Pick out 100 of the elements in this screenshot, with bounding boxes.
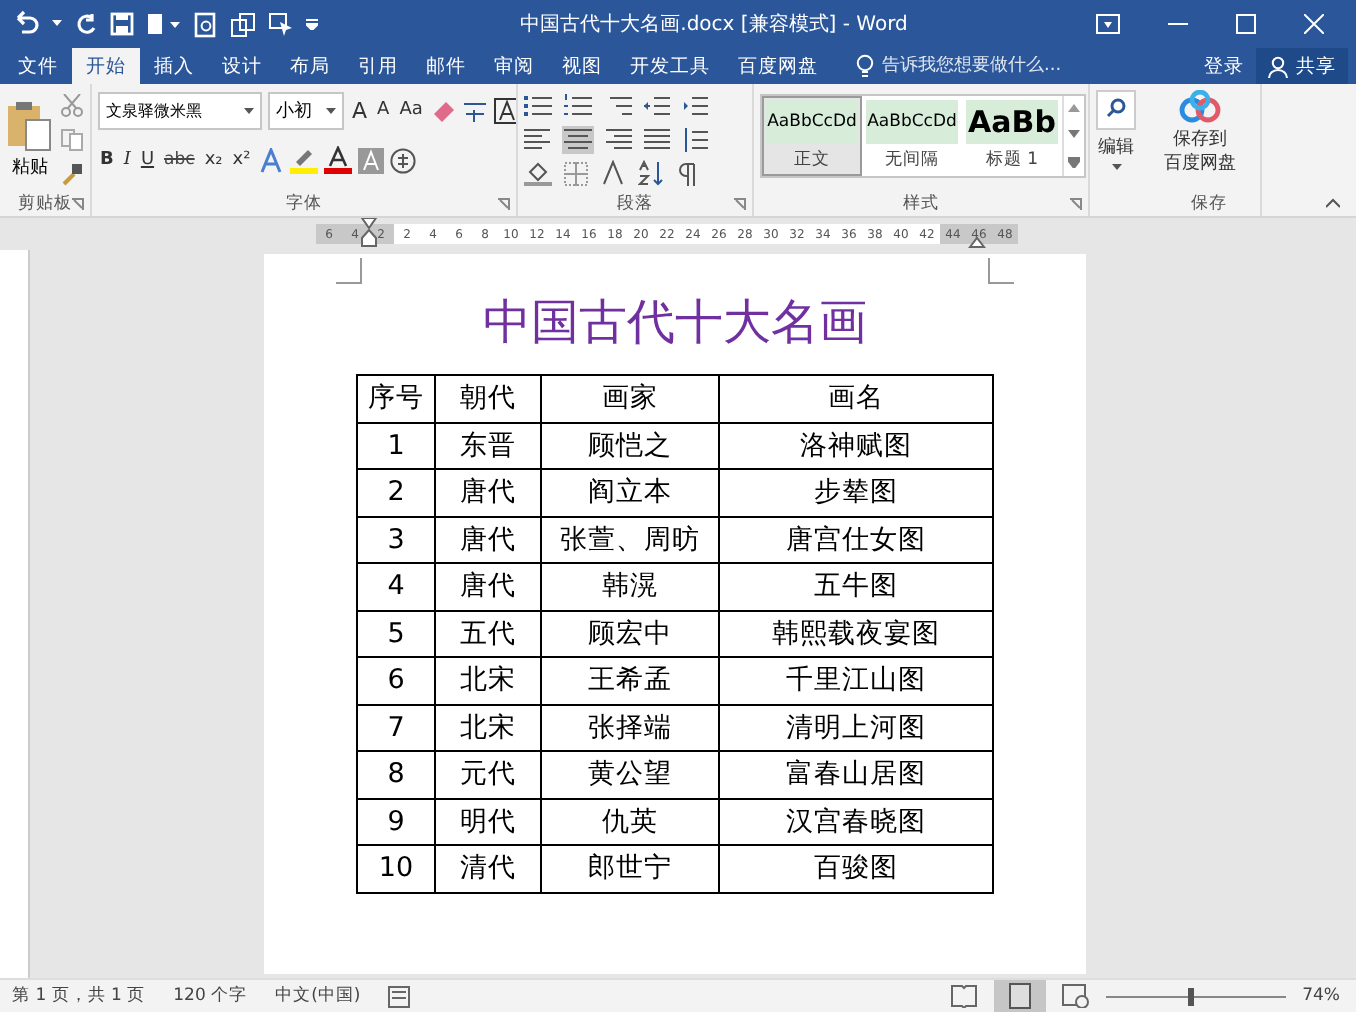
ribbon-tab[interactable]: 插入 xyxy=(140,48,208,84)
dialog-launcher-icon[interactable] xyxy=(498,197,510,209)
header-cell: 画名 xyxy=(719,375,993,422)
ribbon-tab[interactable]: 布局 xyxy=(276,48,344,84)
strikethrough-button[interactable]: abc xyxy=(162,150,197,170)
shading-bucket-icon[interactable] xyxy=(524,160,552,186)
paragraph-mark-icon[interactable] xyxy=(676,161,696,185)
table-cell: 洛神赋图 xyxy=(719,422,993,469)
font-name-dropdown[interactable]: 文泉驿微米黑 xyxy=(98,91,262,129)
dropdown-caret-icon[interactable] xyxy=(52,20,62,28)
bold-button[interactable]: B xyxy=(98,150,116,170)
document-title: 中国古代十大名画 xyxy=(483,292,867,354)
decrease-indent-icon[interactable] xyxy=(644,93,670,117)
table-cell: 仇英 xyxy=(541,798,719,845)
font-color-icon[interactable] xyxy=(324,146,353,174)
table-cell: 北宋 xyxy=(435,657,541,704)
table-cell: 王希孟 xyxy=(541,657,719,704)
scissors-icon[interactable] xyxy=(60,94,84,118)
dialog-launcher-icon[interactable] xyxy=(1070,197,1082,209)
italic-button[interactable]: I xyxy=(121,150,133,170)
save-to-cloud-button[interactable]: 保存到 百度网盘 xyxy=(1164,90,1236,176)
dialog-launcher-icon[interactable] xyxy=(734,197,746,209)
header-cell: 序号 xyxy=(357,375,435,422)
collapse-ribbon-icon[interactable] xyxy=(1326,198,1340,208)
login-link[interactable]: 登录 xyxy=(1192,48,1256,84)
maximize-icon[interactable] xyxy=(1236,14,1256,34)
macro-record-icon[interactable] xyxy=(388,984,411,1008)
justify-icon[interactable] xyxy=(644,127,670,151)
table-cell: 汉宫春晓图 xyxy=(719,798,993,845)
table-cell: 唐代 xyxy=(435,563,541,610)
numbering-icon[interactable] xyxy=(564,93,592,117)
ribbon-tab[interactable]: 百度网盘 xyxy=(724,48,832,84)
zoom-level[interactable]: 74% xyxy=(1302,986,1340,1006)
multilevel-list-icon[interactable] xyxy=(604,93,632,117)
paste-button[interactable]: 粘贴 xyxy=(6,100,54,180)
group-label: 样式 xyxy=(903,191,939,215)
language-indicator[interactable]: 中文(中国) xyxy=(275,984,361,1008)
table-cell: 9 xyxy=(357,798,435,845)
eraser-icon[interactable] xyxy=(430,98,457,122)
group-label: 保存 xyxy=(1191,191,1227,215)
customize-caret-icon[interactable] xyxy=(306,18,318,30)
ribbon-tab[interactable]: 开发工具 xyxy=(616,48,724,84)
print-layout-icon[interactable] xyxy=(994,980,1047,1012)
bordered-letter-icon[interactable] xyxy=(494,97,516,123)
ribbon-tab[interactable]: 视图 xyxy=(548,48,616,84)
shrink-font-button[interactable]: A xyxy=(375,100,392,120)
text-effects-icon[interactable] xyxy=(258,147,285,173)
table-cell: 东晋 xyxy=(435,422,541,469)
copy-pages-icon[interactable] xyxy=(230,11,256,37)
word-count[interactable]: 120 个字 xyxy=(173,984,248,1008)
undo-icon[interactable] xyxy=(12,10,40,38)
align-center-icon[interactable] xyxy=(562,125,594,153)
caret-icon xyxy=(326,107,336,113)
editing-button[interactable]: 编辑 xyxy=(1096,90,1136,170)
print-preview-icon[interactable] xyxy=(194,11,218,37)
gallery-scroll-buttons[interactable] xyxy=(1062,96,1084,176)
sort-icon[interactable] xyxy=(638,160,664,186)
underline-button[interactable]: U xyxy=(138,150,157,170)
bullets-icon[interactable] xyxy=(524,93,552,117)
table-cell: 郎世宁 xyxy=(541,845,719,892)
ribbon-display-icon[interactable] xyxy=(1096,14,1120,34)
highlighter-icon[interactable] xyxy=(290,146,319,174)
person-icon xyxy=(1268,55,1290,77)
table-cell: 元代 xyxy=(435,751,541,798)
header-cell: 画家 xyxy=(541,375,719,422)
read-mode-icon[interactable] xyxy=(950,984,979,1008)
ribbon-tab[interactable]: 设计 xyxy=(208,48,276,84)
web-layout-icon[interactable] xyxy=(1062,984,1091,1008)
superscript-button[interactable]: x² xyxy=(230,150,253,170)
cursor-select-icon[interactable] xyxy=(268,11,294,37)
table-cell: 7 xyxy=(357,704,435,751)
line-spacing-icon[interactable] xyxy=(682,127,708,151)
table-cell: 唐代 xyxy=(435,516,541,563)
share-button[interactable]: 共享 xyxy=(1256,48,1348,84)
borders-icon[interactable] xyxy=(564,161,588,185)
table-cell: 五牛图 xyxy=(719,563,993,610)
style-item[interactable]: AaBbCcDd 正文 xyxy=(762,96,862,176)
increase-indent-icon[interactable] xyxy=(682,93,708,117)
table-cell: 6 xyxy=(357,657,435,704)
indent-marker-icon[interactable] xyxy=(968,236,986,248)
grow-font-button[interactable]: A xyxy=(350,97,370,123)
align-left-icon[interactable] xyxy=(524,127,550,151)
enclosed-character-icon[interactable] xyxy=(390,147,417,173)
change-case-button[interactable]: Aa xyxy=(397,100,425,120)
table-cell: 明代 xyxy=(435,798,541,845)
format-painter-icon[interactable] xyxy=(60,162,84,186)
page-count[interactable]: 第 1 页，共 1 页 xyxy=(12,984,146,1008)
ribbon-tab[interactable]: 引用 xyxy=(344,48,412,84)
redo-icon[interactable] xyxy=(74,12,98,36)
ribbon-tab[interactable]: 文件 xyxy=(4,48,72,84)
close-icon[interactable] xyxy=(1304,14,1324,34)
ribbon-tab[interactable]: 开始 xyxy=(72,48,140,84)
dialog-launcher-icon[interactable] xyxy=(72,197,84,209)
table-cell: 1 xyxy=(357,422,435,469)
save-icon[interactable] xyxy=(110,12,134,36)
subscript-button[interactable]: x₂ xyxy=(202,150,225,170)
ribbon-tab[interactable]: 邮件 xyxy=(412,48,480,84)
ribbon-tab[interactable]: 审阅 xyxy=(480,48,548,84)
align-right-icon[interactable] xyxy=(606,127,632,151)
font-size-dropdown[interactable]: 小初 xyxy=(268,91,344,129)
